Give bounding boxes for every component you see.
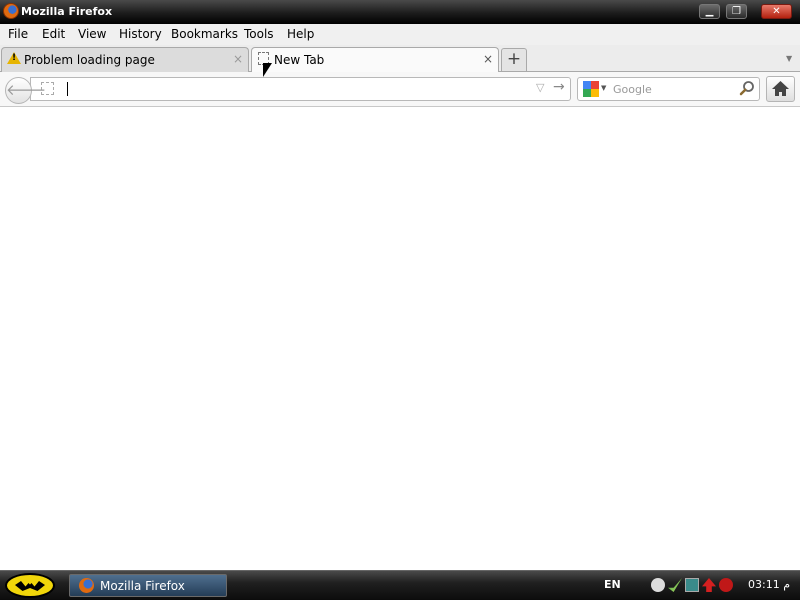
list-all-tabs-icon[interactable]: ▼ bbox=[786, 54, 792, 63]
menu-help[interactable]: Help bbox=[287, 27, 314, 41]
menu-tools[interactable]: Tools bbox=[244, 27, 274, 41]
tab-close-icon[interactable]: × bbox=[483, 52, 493, 66]
back-button[interactable]: 🡐 bbox=[5, 77, 46, 104]
search-input[interactable] bbox=[613, 81, 728, 97]
menu-bookmarks[interactable]: Bookmarks bbox=[171, 27, 238, 41]
minimize-button[interactable]: ▁ bbox=[699, 4, 720, 19]
navigation-bar: ▽ → 🡐 ▼ bbox=[0, 72, 800, 107]
close-button[interactable]: ✕ bbox=[761, 4, 792, 19]
page-content bbox=[0, 107, 800, 570]
tab-label: New Tab bbox=[274, 53, 325, 67]
menu-edit[interactable]: Edit bbox=[42, 27, 65, 41]
firefox-icon bbox=[79, 578, 94, 593]
home-icon bbox=[772, 81, 789, 96]
tab-label: Problem loading page bbox=[24, 53, 155, 67]
menu-history[interactable]: History bbox=[119, 27, 162, 41]
menu-file[interactable]: File bbox=[8, 27, 28, 41]
maximize-button[interactable]: ❐ bbox=[726, 4, 747, 19]
window-title: Mozilla Firefox bbox=[21, 5, 113, 18]
firefox-icon[interactable] bbox=[3, 3, 19, 19]
minimize-icon: ▁ bbox=[705, 6, 714, 17]
taskbar-button-label: Mozilla Firefox bbox=[100, 579, 185, 593]
home-button[interactable] bbox=[766, 76, 795, 102]
url-input[interactable] bbox=[66, 80, 526, 98]
taskbar-firefox-button[interactable]: Mozilla Firefox bbox=[69, 574, 227, 597]
tab-bar: ! Problem loading page × New Tab × + ▼ bbox=[0, 45, 800, 73]
antivirus-icon[interactable] bbox=[719, 578, 733, 592]
close-icon: ✕ bbox=[772, 6, 781, 17]
engine-dropdown-icon[interactable]: ▼ bbox=[601, 84, 606, 92]
mouse-cursor-icon bbox=[263, 63, 272, 77]
taskbar: Mozilla Firefox EN 03:11 م bbox=[0, 570, 800, 600]
messenger-icon[interactable] bbox=[651, 578, 665, 592]
google-icon[interactable] bbox=[583, 81, 599, 97]
tab-close-icon[interactable]: × bbox=[233, 52, 243, 66]
checkmark-icon[interactable] bbox=[668, 578, 682, 592]
menu-view[interactable]: View bbox=[78, 27, 106, 41]
title-bar: Mozilla Firefox ▁ ❐ ✕ bbox=[0, 0, 800, 24]
menu-bar: File Edit View History Bookmarks Tools H… bbox=[0, 24, 800, 45]
search-icon[interactable] bbox=[739, 80, 755, 96]
language-indicator[interactable]: EN bbox=[604, 578, 621, 591]
url-bar[interactable]: ▽ → bbox=[30, 77, 571, 101]
start-button[interactable] bbox=[5, 573, 55, 598]
tab-problem-loading[interactable]: ! Problem loading page × bbox=[1, 47, 249, 72]
batman-logo-icon bbox=[15, 581, 45, 591]
text-caret bbox=[67, 82, 68, 96]
update-arrow-icon[interactable] bbox=[702, 578, 716, 592]
clock[interactable]: 03:11 م bbox=[748, 578, 790, 591]
go-arrow-icon[interactable]: → bbox=[553, 79, 565, 95]
search-bar[interactable]: ▼ bbox=[577, 77, 760, 101]
warning-icon: ! bbox=[7, 52, 21, 64]
restore-icon: ❐ bbox=[732, 6, 741, 17]
history-dropdown-icon[interactable]: ▽ bbox=[536, 81, 544, 94]
back-arrow-icon: 🡐 bbox=[6, 81, 47, 99]
new-tab-button[interactable]: + bbox=[501, 48, 527, 71]
network-icon[interactable] bbox=[685, 578, 699, 592]
tab-new-tab[interactable]: New Tab × bbox=[251, 47, 499, 73]
